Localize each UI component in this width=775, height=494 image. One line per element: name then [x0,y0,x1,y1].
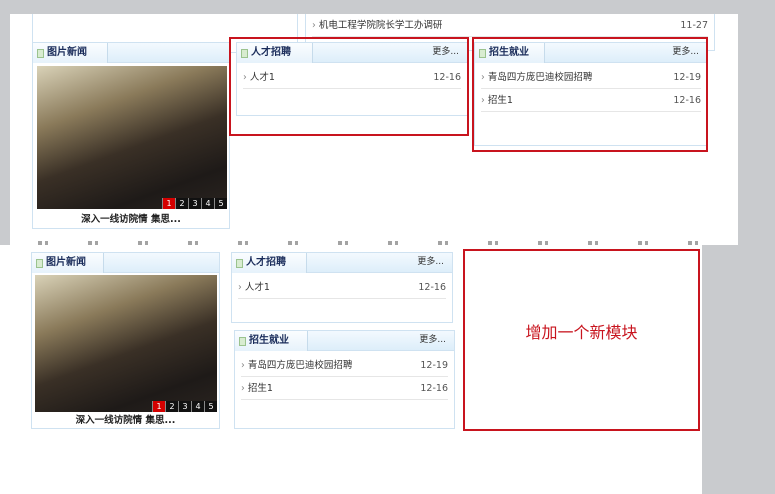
document-icon [37,48,44,58]
photo-news-title: 图片新闻 [33,43,108,63]
list-item[interactable]: 青岛四方庞巴迪校园招聘12-19 [241,354,448,377]
page-2[interactable]: 2 [165,401,178,412]
highlight-box [472,37,708,152]
document-icon [239,336,246,346]
highlight-box [229,37,469,136]
new-module-box: 增加一个新模块 [463,249,700,431]
photo-pagination: 12345 [162,198,227,209]
photo-pagination: 12345 [152,401,217,412]
page-4[interactable]: 4 [201,198,214,209]
more-link[interactable]: 更多... [419,331,446,349]
page-1[interactable]: 1 [152,401,165,412]
news-item[interactable]: 机电工程学院院长学工办调研 11-27 [312,14,708,37]
nav-strip-cut [38,241,703,245]
document-icon [36,258,43,268]
photo-news-panel: 图片新闻 12345 深入一线访院情 集思... [31,252,220,429]
document-icon [236,258,243,268]
list-item[interactable]: 招生112-16 [241,377,448,400]
page-5[interactable]: 5 [204,401,217,412]
news-photo[interactable]: 12345 [37,66,227,209]
page-2[interactable]: 2 [175,198,188,209]
photo-caption[interactable]: 深入一线访院情 集思... [32,412,219,426]
page-1[interactable]: 1 [162,198,175,209]
news-photo[interactable]: 12345 [35,275,217,412]
enroll-panel: 招生就业更多... 青岛四方庞巴迪校园招聘12-19 招生112-16 [234,330,455,429]
page-3[interactable]: 3 [188,198,201,209]
list-item[interactable]: 人才112-16 [238,276,446,299]
page-5[interactable]: 5 [214,198,227,209]
photo-news-panel: 图片新闻 12345 深入一线访院情 集思... [32,42,230,229]
more-link[interactable]: 更多... [417,253,444,271]
photo-caption[interactable]: 深入一线访院情 集思... [33,211,229,225]
page-4[interactable]: 4 [191,401,204,412]
page-3[interactable]: 3 [178,401,191,412]
talent-panel: 人才招聘更多... 人才112-16 [231,252,453,323]
new-module-label: 增加一个新模块 [525,323,638,342]
